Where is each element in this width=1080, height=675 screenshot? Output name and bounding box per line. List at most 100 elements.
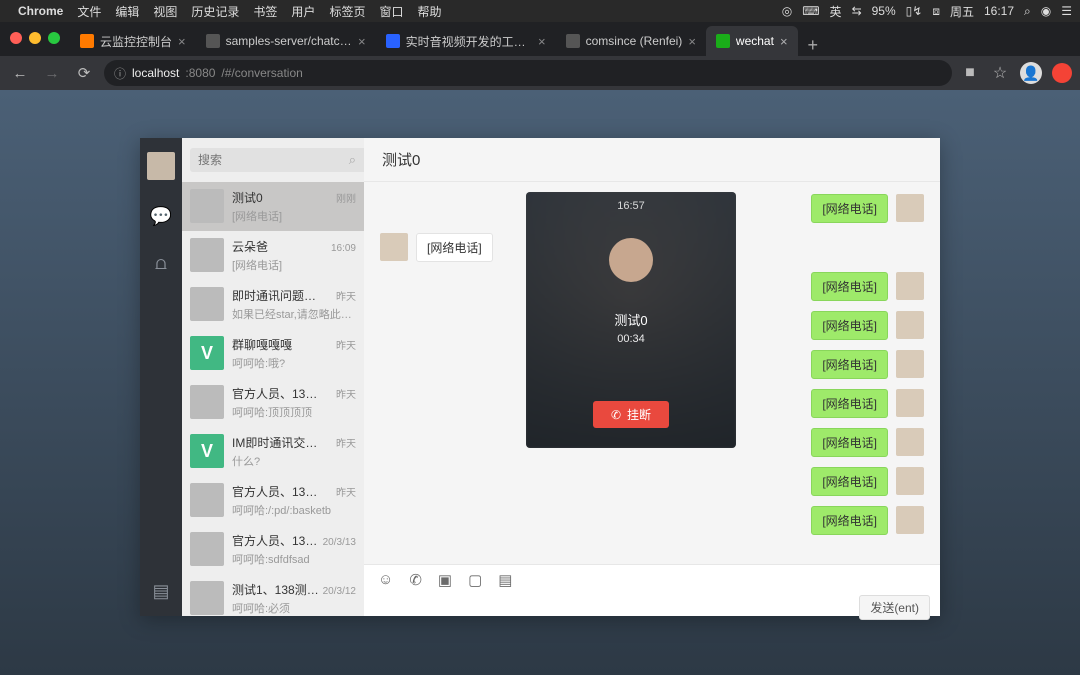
file-icon[interactable]: ▤	[498, 571, 512, 589]
my-msg-avatar[interactable]	[896, 311, 924, 339]
back-button[interactable]: ←	[8, 65, 32, 82]
address-bar[interactable]: ⓘ localhost:8080/#/conversation	[104, 60, 952, 86]
minimize-window-icon[interactable]	[29, 32, 41, 44]
spotlight-icon[interactable]: ⌕	[1024, 4, 1031, 19]
menu-view[interactable]: 视图	[153, 3, 177, 20]
site-info-icon[interactable]: ⓘ	[114, 65, 126, 82]
hangup-button[interactable]: ✆ 挂断	[593, 401, 669, 428]
voice-call-icon[interactable]: ✆	[409, 571, 422, 589]
menu-edit[interactable]: 编辑	[115, 3, 139, 20]
menu-icon[interactable]: ▤	[152, 581, 169, 602]
tab-title: samples-server/chatclient.js a	[226, 34, 352, 48]
conv-name: 官方人员、138hh	[232, 385, 322, 402]
my-msg-avatar[interactable]	[896, 467, 924, 495]
favicon-icon	[80, 34, 94, 48]
message-list[interactable]: [网络电话] [网络电话] [网络电话] [网络电话] [网络电话] [网络电话…	[364, 182, 940, 564]
emoji-icon[interactable]: ☺	[378, 571, 393, 589]
wechat-app: 💬 ⩍ ▤ ⌕ 测试0 刚刚 [网络电话] 云朵爸 16:09 [网络电话]	[140, 138, 940, 616]
conversation-item[interactable]: V IM即时通讯交流组 昨天 什么?	[182, 427, 364, 476]
close-tab-icon[interactable]: ×	[178, 34, 186, 49]
menu-file[interactable]: 文件	[77, 3, 101, 20]
my-avatar[interactable]	[147, 152, 175, 180]
close-tab-icon[interactable]: ×	[780, 34, 788, 49]
my-msg-avatar[interactable]	[896, 389, 924, 417]
conversation-item[interactable]: 测试0 刚刚 [网络电话]	[182, 182, 364, 231]
conversation-item[interactable]: 云朵爸 16:09 [网络电话]	[182, 231, 364, 280]
tab-title: 云监控控制台	[100, 33, 172, 50]
menubar-app[interactable]: Chrome	[18, 4, 63, 18]
siri-icon[interactable]: ◉	[1041, 4, 1051, 18]
my-msg-avatar[interactable]	[896, 350, 924, 378]
menu-help[interactable]: 帮助	[417, 3, 441, 20]
status-mic-icon[interactable]: ◎	[782, 4, 792, 18]
search-icon[interactable]: ⌕	[349, 152, 356, 168]
video-call-icon[interactable]: ▣	[438, 571, 452, 589]
conv-time: 昨天	[336, 288, 356, 303]
conv-time: 昨天	[336, 386, 356, 401]
conversation-item[interactable]: 官方人员、138hh 昨天 呵呵哈:顶顶顶顶	[182, 378, 364, 427]
status-wifi-icon[interactable]: ⇆	[852, 4, 862, 18]
conversation-item[interactable]: 测试1、138测试1… 20/3/12 呵呵哈:必须	[182, 574, 364, 623]
search-input[interactable]	[190, 148, 371, 172]
outgoing-bubble: [网络电话]	[811, 194, 888, 223]
menu-history[interactable]: 历史记录	[191, 3, 239, 20]
conv-avatar: V	[190, 434, 224, 468]
conv-name: IM即时通讯交流组	[232, 434, 322, 451]
browser-tab[interactable]: comsince (Renfei) ×	[556, 26, 706, 56]
favicon-icon	[206, 34, 220, 48]
profile-avatar[interactable]: 👤	[1020, 62, 1042, 84]
contacts-icon[interactable]: ⩍	[155, 253, 167, 274]
conv-time: 昨天	[336, 484, 356, 499]
my-msg-avatar[interactable]	[896, 506, 924, 534]
their-msg-avatar[interactable]	[380, 233, 408, 261]
browser-tab[interactable]: 云监控控制台 ×	[70, 26, 196, 56]
browser-tab[interactable]: samples-server/chatclient.js a ×	[196, 26, 376, 56]
forward-button[interactable]: →	[40, 65, 64, 82]
video-recorder-icon[interactable]: ■	[960, 64, 980, 82]
status-battery[interactable]: 95%	[872, 4, 896, 18]
conversation-item[interactable]: 官方人员、138测… 20/3/13 呵呵哈:sdfdfsad	[182, 525, 364, 574]
status-headset-icon[interactable]: ⌨	[802, 4, 819, 18]
close-tab-icon[interactable]: ×	[688, 34, 696, 49]
status-app-icon[interactable]: ⧈	[932, 4, 940, 19]
menu-bookmarks[interactable]: 书签	[253, 3, 277, 20]
my-msg-avatar[interactable]	[896, 428, 924, 456]
extension-icon[interactable]	[1052, 63, 1072, 83]
conv-preview: 呵呵哈:必须	[232, 600, 356, 616]
conv-avatar	[190, 238, 224, 272]
outgoing-bubble: [网络电话]	[811, 272, 888, 301]
new-tab-button[interactable]: +	[798, 35, 829, 56]
bookmark-star-icon[interactable]: ☆	[990, 63, 1010, 83]
conversation-item[interactable]: 官方人员、138测试… 昨天 呵呵哈:/:pd/:basketb	[182, 476, 364, 525]
favicon-icon	[716, 34, 730, 48]
maximize-window-icon[interactable]	[48, 32, 60, 44]
chrome-toolbar: ← → ⟳ ⓘ localhost:8080/#/conversation ■ …	[0, 56, 1080, 90]
control-center-icon[interactable]: ☰	[1061, 4, 1072, 18]
my-msg-avatar[interactable]	[896, 194, 924, 222]
call-clock: 16:57	[617, 200, 645, 212]
macos-menubar: Chrome 文件 编辑 视图 历史记录 书签 用户 标签页 窗口 帮助 ◎ ⌨…	[0, 0, 1080, 22]
browser-tab[interactable]: 实时音视频开发的工程化实践[… ×	[376, 26, 556, 56]
my-msg-avatar[interactable]	[896, 272, 924, 300]
image-icon[interactable]: ▢	[468, 571, 482, 589]
browser-tab[interactable]: wechat ×	[706, 26, 798, 56]
close-tab-icon[interactable]: ×	[358, 34, 366, 49]
reload-button[interactable]: ⟳	[72, 64, 96, 82]
voice-call-overlay[interactable]: 16:57 测试0 00:34 ✆ 挂断	[526, 192, 736, 448]
incoming-bubble: [网络电话]	[416, 233, 493, 262]
conv-avatar	[190, 532, 224, 566]
close-tab-icon[interactable]: ×	[538, 34, 546, 49]
send-button[interactable]: 发送(ent)	[859, 595, 930, 620]
conv-name: 群聊嘎嘎嘎	[232, 336, 292, 353]
conversation-item[interactable]: 即时通讯问题官方反… 昨天 如果已经star,请忽略此消息	[182, 280, 364, 329]
menu-window[interactable]: 窗口	[379, 3, 403, 20]
close-window-icon[interactable]	[10, 32, 22, 44]
chats-icon[interactable]: 💬	[150, 206, 172, 227]
conversation-item[interactable]: V 群聊嘎嘎嘎 昨天 呵呵哈:哦?	[182, 329, 364, 378]
window-controls[interactable]	[10, 32, 60, 44]
menu-tabs[interactable]: 标签页	[329, 3, 365, 20]
menu-people[interactable]: 用户	[291, 3, 315, 20]
tab-title: wechat	[736, 34, 774, 48]
conv-name: 即时通讯问题官方反…	[232, 287, 322, 304]
status-ime[interactable]: 英	[830, 3, 842, 20]
